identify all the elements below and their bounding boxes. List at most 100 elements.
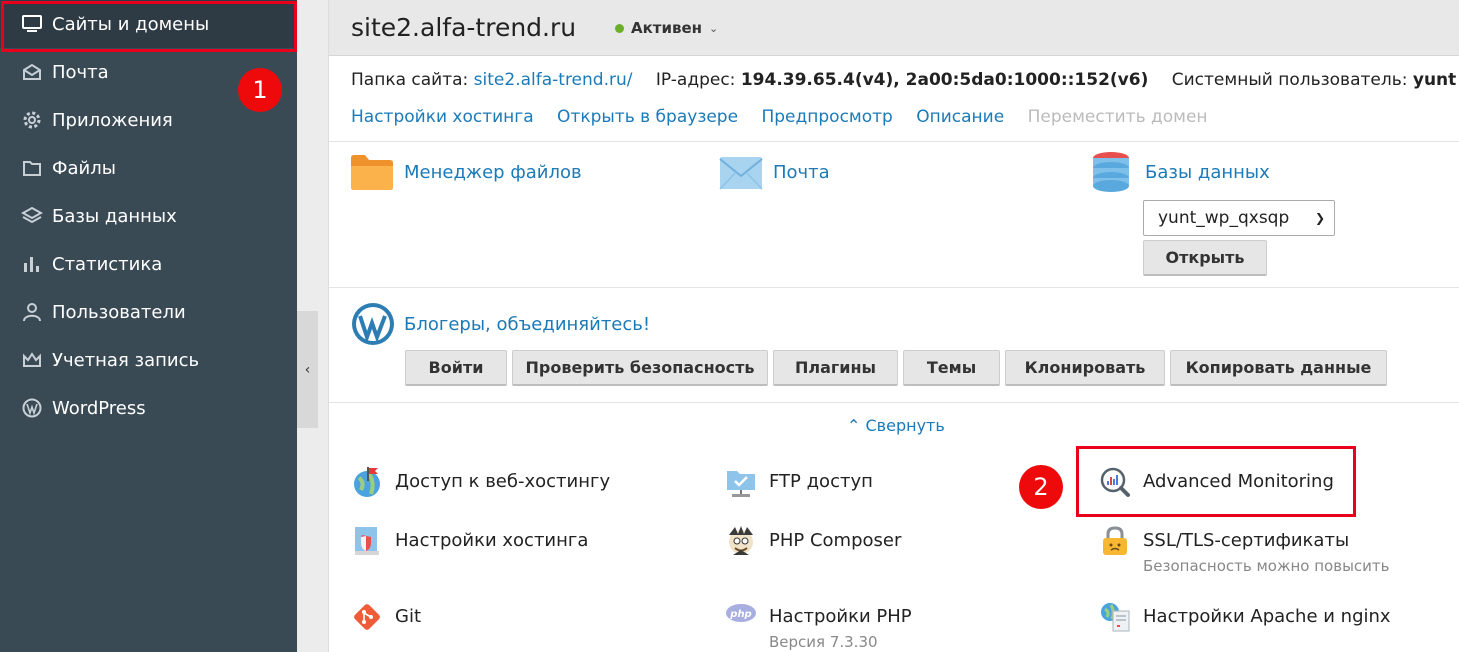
folder-link[interactable]: site2.alfa-trend.ru/	[474, 70, 633, 90]
chevron-down-icon: ⌄	[709, 21, 719, 35]
git-link[interactable]: Git	[351, 601, 421, 633]
annotation-badge-2: 2	[1019, 465, 1063, 509]
ip-value: 194.39.65.4(v4), 2a00:5da0:1000::152(v6)	[740, 70, 1149, 90]
description-link[interactable]: Описание	[916, 107, 1004, 127]
divider	[329, 141, 1459, 142]
envelope-icon	[719, 157, 763, 190]
sidebar-item-label: Базы данных	[52, 205, 177, 227]
sidebar-item-label: Учетная запись	[52, 349, 200, 371]
status-dropdown[interactable]: Активен ⌄	[615, 19, 718, 37]
ssl-lock-icon	[1099, 525, 1131, 557]
folder-icon	[351, 155, 393, 190]
divider	[329, 287, 1459, 288]
sysuser-value: yunt	[1412, 70, 1457, 90]
hosting-settings-link[interactable]: Настройки хостинга	[351, 107, 534, 127]
hosting-settings-feature-link[interactable]: Настройки хостинга	[351, 525, 588, 557]
mail-icon	[21, 61, 43, 83]
sidebar-item-label: Пользователи	[52, 301, 186, 323]
php-settings-link[interactable]: php Настройки PHP Версия 7.3.30	[725, 601, 912, 651]
file-manager-label: Менеджер файлов	[404, 161, 582, 183]
php-settings-label: Настройки PHP	[769, 606, 912, 627]
sidebar-item-sites-domains[interactable]: Сайты и домены	[0, 0, 297, 48]
ftp-access-label: FTP доступ	[769, 471, 873, 492]
domain-links: Настройки хостинга Открыть в браузере Пр…	[351, 107, 1226, 127]
divider	[329, 402, 1459, 403]
hosting-settings-feature-label: Настройки хостинга	[395, 530, 589, 551]
web-hosting-access-link[interactable]: Доступ к веб-хостингу	[351, 466, 610, 498]
gear-icon	[21, 109, 43, 131]
user-icon	[21, 301, 43, 323]
sidebar-item-label: Файлы	[52, 157, 116, 179]
sidebar-item-label: Почта	[52, 61, 109, 83]
php-composer-icon	[725, 525, 757, 557]
move-domain-link: Переместить домен	[1027, 107, 1208, 127]
advanced-monitoring-label: Advanced Monitoring	[1143, 471, 1334, 492]
open-database-button[interactable]: Открыть	[1143, 240, 1267, 276]
wp-check-security-button[interactable]: Проверить безопасность	[512, 350, 768, 386]
sidebar-item-databases[interactable]: Базы данных	[0, 192, 297, 240]
wp-clone-button[interactable]: Клонировать	[1005, 350, 1165, 386]
git-icon	[351, 601, 383, 633]
sidebar-item-account[interactable]: Учетная запись	[0, 336, 297, 384]
open-in-browser-link[interactable]: Открыть в браузере	[557, 107, 738, 127]
ip-label: IP-адрес:	[655, 70, 736, 90]
preview-link[interactable]: Предпросмотр	[761, 107, 892, 127]
hosting-settings-icon	[351, 525, 383, 557]
database-select[interactable]: yunt_wp_qxsqp ❯	[1143, 200, 1335, 236]
crown-icon	[21, 349, 43, 371]
ftp-access-link[interactable]: FTP доступ	[725, 466, 873, 498]
folder-icon	[21, 157, 43, 179]
sidebar-item-label: Приложения	[52, 109, 173, 131]
apache-nginx-settings-label: Настройки Apache и nginx	[1143, 606, 1391, 627]
status-dot-icon	[615, 23, 624, 33]
main-panel: site2.alfa-trend.ru Активен ⌄ Папка сайт…	[328, 0, 1459, 652]
sidebar-item-files[interactable]: Файлы	[0, 144, 297, 192]
databases-tool-link[interactable]: Базы данных	[1091, 150, 1270, 194]
mail-tool-label: Почта	[773, 161, 830, 183]
ssl-certificates-label: SSL/TLS-сертификаты	[1143, 530, 1350, 551]
php-version-note: Версия 7.3.30	[769, 633, 878, 651]
wp-themes-button[interactable]: Темы	[903, 350, 1000, 386]
wordpress-title: Блогеры, объединяйтесь!	[404, 314, 651, 335]
git-label: Git	[395, 606, 422, 627]
page-title: site2.alfa-trend.ru	[351, 13, 577, 42]
sidebar-item-users[interactable]: Пользователи	[0, 288, 297, 336]
chevron-up-icon: ⌃	[847, 416, 861, 435]
svg-text:php: php	[729, 609, 751, 620]
advanced-monitoring-link[interactable]: Advanced Monitoring	[1099, 466, 1334, 498]
web-hosting-access-label: Доступ к веб-хостингу	[395, 471, 611, 492]
collapse-link[interactable]: ⌃ Свернуть	[847, 416, 945, 435]
chevron-left-icon: ‹	[304, 361, 311, 378]
wordpress-logo-icon	[352, 303, 394, 345]
sidebar-item-label: Статистика	[52, 253, 163, 275]
ssl-status-note: Безопасность можно повысить	[1143, 557, 1390, 575]
file-manager-link[interactable]: Менеджер файлов	[350, 152, 582, 192]
status-label: Активен	[631, 19, 703, 37]
php-composer-label: PHP Composer	[769, 530, 902, 551]
ssl-certificates-link[interactable]: SSL/TLS-сертификаты Безопасность можно п…	[1099, 525, 1390, 575]
wp-login-button[interactable]: Войти	[405, 350, 507, 386]
sidebar-item-label: Сайты и домены	[52, 13, 210, 35]
chevron-down-icon: ❯	[1314, 211, 1326, 225]
site-info-line: Папка сайта: site2.alfa-trend.ru/ IP-адр…	[351, 70, 1456, 90]
collapse-label: Свернуть	[865, 416, 945, 435]
php-icon: php	[725, 601, 757, 633]
apache-nginx-settings-link[interactable]: Настройки Apache и nginx	[1099, 601, 1391, 633]
databases-tool-label: Базы данных	[1145, 161, 1270, 183]
domain-header: site2.alfa-trend.ru Активен ⌄	[329, 0, 1459, 56]
bar-chart-icon	[21, 253, 43, 275]
mail-tool-link[interactable]: Почта	[719, 152, 830, 192]
database-select-value: yunt_wp_qxsqp	[1158, 208, 1290, 228]
wp-plugins-button[interactable]: Плагины	[773, 350, 898, 386]
monitor-icon	[21, 13, 43, 35]
wp-copy-data-button[interactable]: Копировать данные	[1170, 350, 1387, 386]
layers-icon	[21, 205, 43, 227]
php-composer-link[interactable]: PHP Composer	[725, 525, 901, 557]
sysuser-label: Системный пользователь:	[1171, 70, 1408, 90]
globe-flag-icon	[351, 466, 383, 498]
sidebar-item-statistics[interactable]: Статистика	[0, 240, 297, 288]
folder-label: Папка сайта:	[351, 70, 469, 90]
collapse-sidebar-button[interactable]: ‹	[297, 311, 318, 428]
sidebar-item-wordpress[interactable]: WordPress	[0, 384, 297, 432]
monitoring-magnifier-icon	[1099, 466, 1131, 498]
